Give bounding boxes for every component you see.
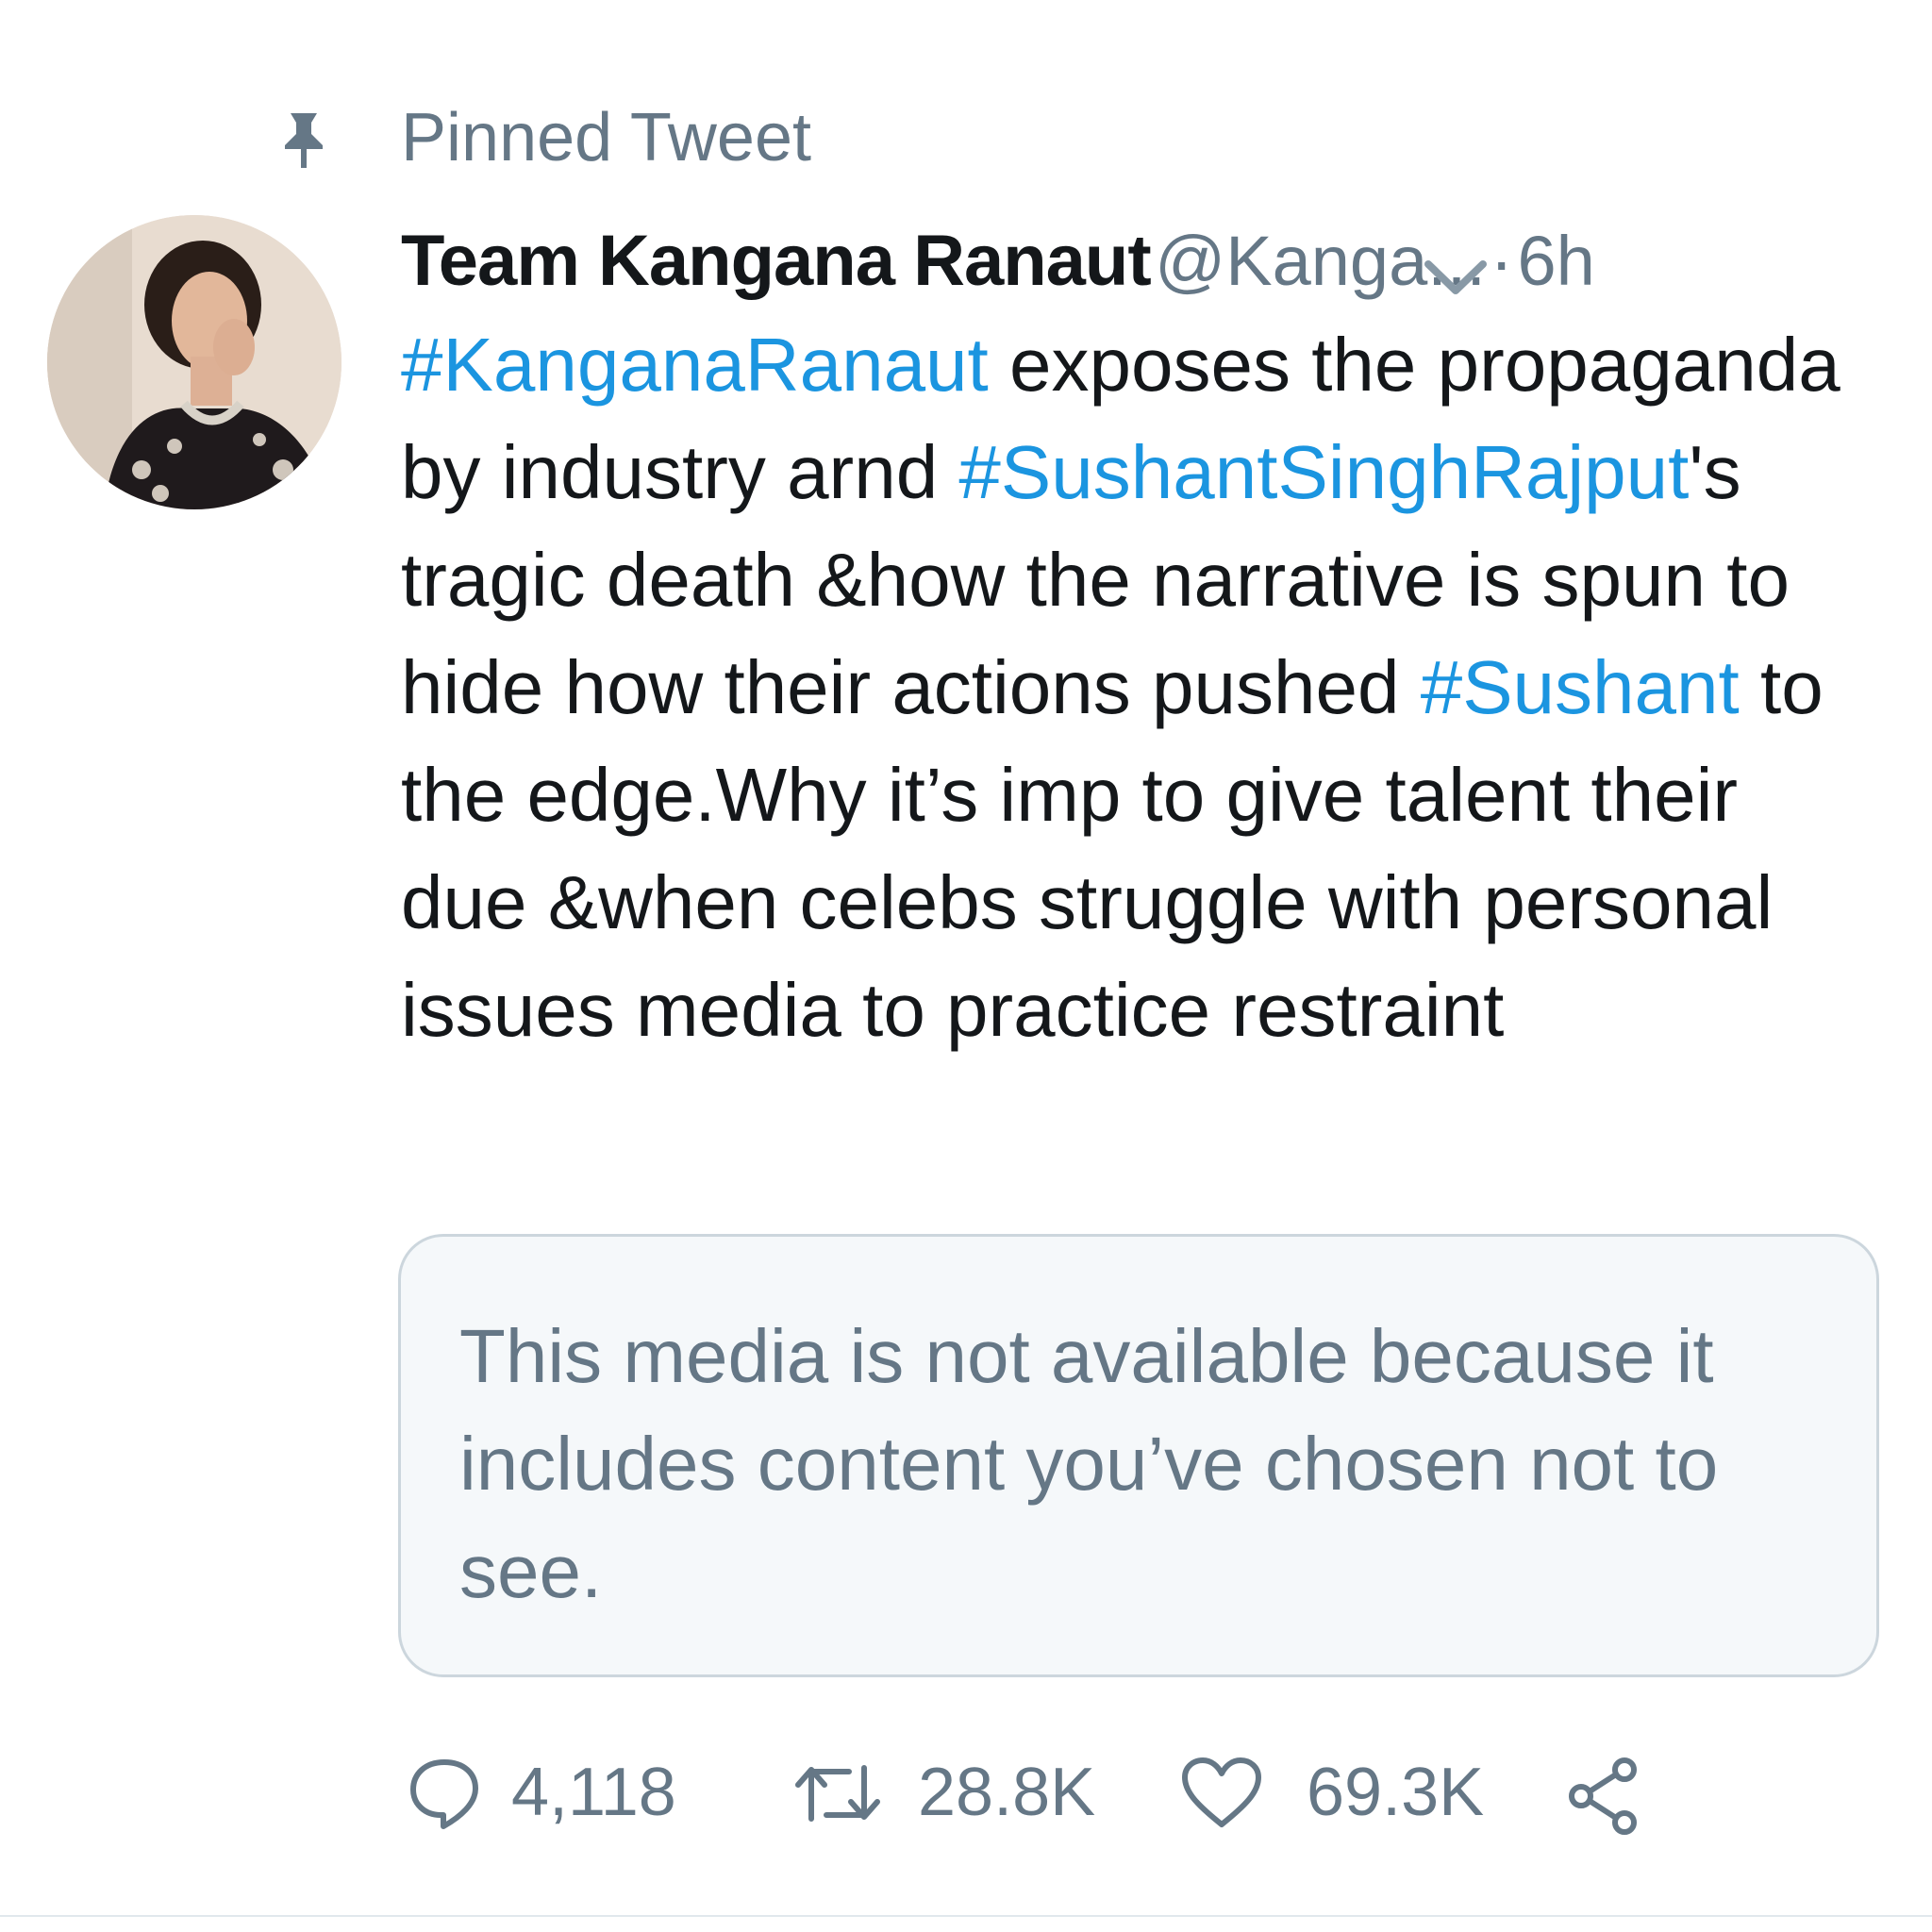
hashtag-link[interactable]: #KanganaRanaut (401, 323, 989, 407)
chevron-down-icon[interactable] (1415, 236, 1496, 317)
hashtag-link[interactable]: #SushantSinghRajput (958, 430, 1689, 514)
share-icon (1569, 1757, 1637, 1835)
tweet-text: #KanganaRanaut exposes the propaganda by… (401, 311, 1873, 1064)
media-unavailable-notice: This media is not available because it i… (459, 1314, 1719, 1613)
retweet-icon (795, 1765, 880, 1822)
pinned-label: Pinned Tweet (401, 100, 811, 175)
pin-icon (285, 113, 323, 168)
heart-icon (1182, 1757, 1261, 1827)
tweet-actions: 4,118 28.8K 69.3K (406, 1745, 1821, 1840)
reply-count: 4,118 (511, 1755, 676, 1830)
divider (0, 1915, 1932, 1917)
media-unavailable-card[interactable]: This media is not available because it i… (398, 1234, 1879, 1677)
reply-icon (410, 1759, 478, 1829)
timestamp[interactable]: 6h (1517, 222, 1594, 300)
avatar[interactable] (47, 215, 341, 509)
author-name[interactable]: Team Kangana Ranaut (401, 221, 1152, 301)
retweet-count: 28.8K (918, 1755, 1096, 1830)
hashtag-link[interactable]: #Sushant (1421, 645, 1740, 729)
tweet-header: Team Kangana Ranaut @Kanga... · 6h (401, 209, 1873, 313)
like-count: 69.3K (1307, 1755, 1485, 1830)
